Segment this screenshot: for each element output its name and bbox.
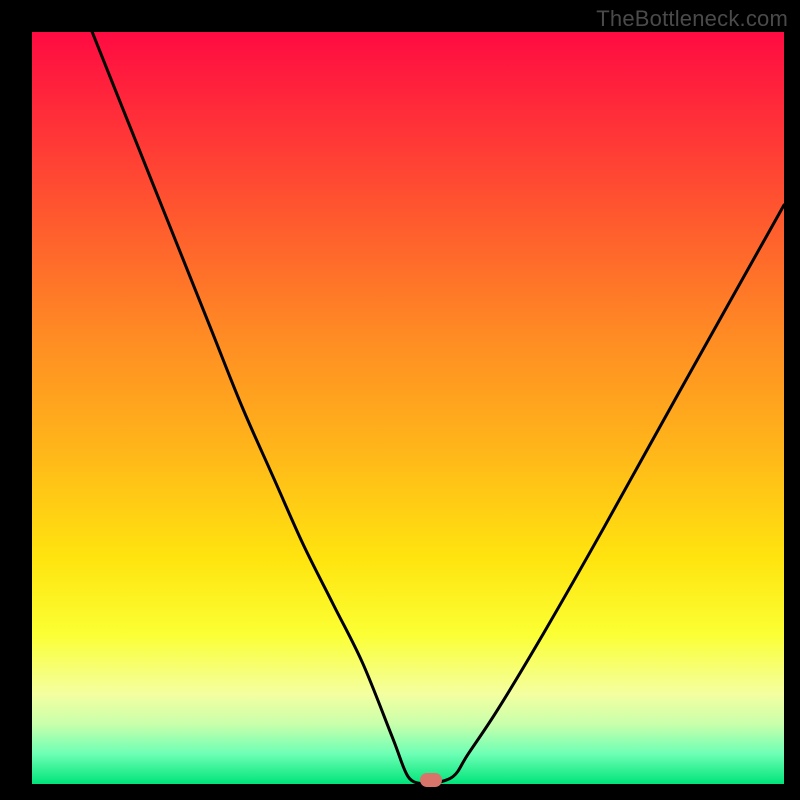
optimal-marker <box>420 773 442 787</box>
plot-area <box>32 32 784 784</box>
bottleneck-curve <box>32 32 784 784</box>
watermark-text: TheBottleneck.com <box>596 6 788 32</box>
chart-frame: TheBottleneck.com <box>0 0 800 800</box>
